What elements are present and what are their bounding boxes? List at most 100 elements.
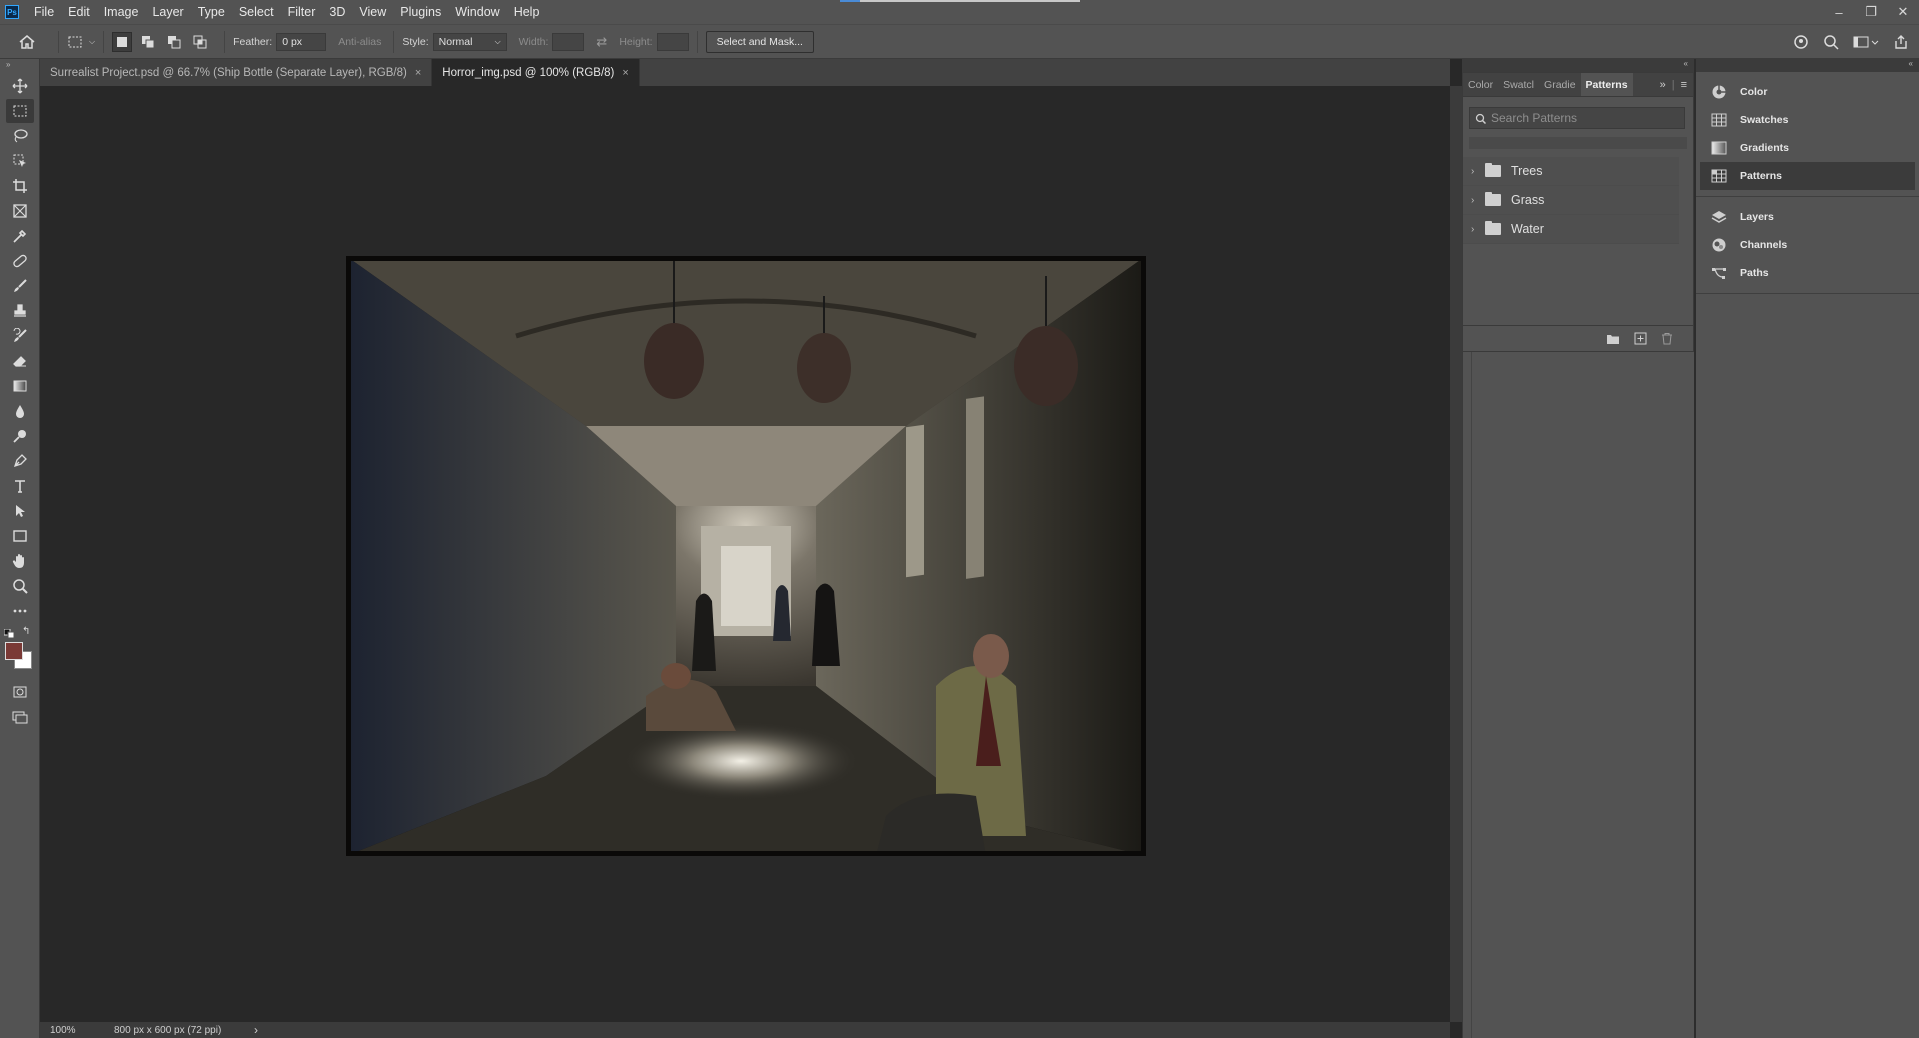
home-button[interactable] (18, 34, 36, 50)
tab-patterns[interactable]: Patterns (1580, 73, 1633, 96)
pen-tool[interactable] (6, 449, 34, 473)
pattern-group-grass[interactable]: › Grass (1463, 186, 1679, 215)
chevron-right-icon[interactable]: › (1471, 195, 1481, 206)
menu-plugins[interactable]: Plugins (393, 0, 448, 24)
stamp-icon (14, 304, 26, 317)
tool-preset-picker[interactable]: ⌵ (67, 35, 95, 49)
feather-input[interactable]: 0 px (276, 32, 327, 51)
menu-3d[interactable]: 3D (322, 0, 352, 24)
collapse-panels-icon[interactable]: « (1462, 59, 1694, 72)
style-select[interactable]: Normal ⌵ (432, 32, 507, 51)
add-selection-button[interactable] (138, 32, 158, 52)
learn-icon[interactable] (1793, 34, 1809, 50)
dodge-tool[interactable] (6, 424, 34, 448)
search-patterns-input[interactable] (1491, 111, 1681, 125)
collapse-dock-icon[interactable]: « (1696, 59, 1919, 72)
default-colors-icon[interactable] (4, 629, 16, 639)
search-patterns-field[interactable] (1469, 107, 1685, 129)
quick-mask-button[interactable] (6, 680, 34, 704)
menu-view[interactable]: View (352, 0, 393, 24)
tab-surrealist-project[interactable]: Surrealist Project.psd @ 66.7% (Ship Bot… (40, 59, 433, 86)
dock-item-patterns[interactable]: Patterns (1700, 162, 1915, 190)
rectangular-marquee-tool[interactable] (6, 99, 34, 123)
frame-tool[interactable] (6, 199, 34, 223)
gradient-tool[interactable] (6, 374, 34, 398)
close-tab-icon[interactable]: × (622, 67, 628, 79)
width-input[interactable] (552, 32, 585, 51)
intersect-selection-button[interactable] (190, 32, 210, 52)
pattern-group-water[interactable]: › Water (1463, 215, 1679, 244)
rectangle-tool[interactable] (6, 524, 34, 548)
history-brush-tool[interactable] (6, 324, 34, 348)
hand-icon (12, 554, 24, 568)
share-icon[interactable] (1893, 34, 1909, 50)
swap-dimensions-icon[interactable]: ⇄ (596, 34, 607, 50)
blur-tool[interactable] (6, 399, 34, 423)
height-input[interactable] (656, 32, 689, 51)
collapse-toolbar-icon[interactable]: » (0, 59, 39, 73)
close-window-button[interactable]: ✕ (1887, 0, 1919, 24)
tab-gradients[interactable]: Gradie (1539, 73, 1581, 96)
eraser-tool[interactable] (6, 349, 34, 373)
menu-filter[interactable]: Filter (281, 0, 323, 24)
move-tool[interactable] (6, 74, 34, 98)
restore-button[interactable]: ❐ (1855, 0, 1887, 24)
photoshop-logo[interactable]: Ps (5, 5, 19, 19)
panel-menu-icon[interactable]: ≡ (1681, 79, 1687, 91)
subtract-selection-button[interactable] (164, 32, 184, 52)
eyedropper-tool[interactable] (6, 224, 34, 248)
lasso-tool[interactable] (6, 124, 34, 148)
path-selection-tool[interactable] (6, 499, 34, 523)
swap-colors-icon[interactable]: ↰ (22, 626, 30, 637)
dock-item-paths[interactable]: Paths (1700, 259, 1915, 287)
close-tab-icon[interactable]: × (415, 67, 421, 79)
zoom-tool[interactable] (6, 574, 34, 598)
pattern-group-trees[interactable]: › Trees (1463, 157, 1679, 186)
anti-alias-checkbox[interactable]: Anti-alias (338, 36, 381, 48)
search-icon[interactable] (1823, 34, 1839, 50)
menu-type[interactable]: Type (191, 0, 232, 24)
type-tool[interactable] (6, 474, 34, 498)
dock-item-gradients[interactable]: Gradients (1700, 134, 1915, 162)
workspace-icon[interactable] (1853, 34, 1879, 50)
brush-tool[interactable] (6, 274, 34, 298)
healing-brush-tool[interactable] (6, 249, 34, 273)
object-selection-tool[interactable] (6, 149, 34, 173)
menu-layer[interactable]: Layer (145, 0, 190, 24)
minimize-button[interactable]: – (1823, 0, 1855, 24)
zoom-level[interactable]: 100% (50, 1025, 114, 1036)
menu-window[interactable]: Window (448, 0, 506, 24)
dock-item-layers[interactable]: Layers (1700, 203, 1915, 231)
chevron-right-icon[interactable]: › (1471, 224, 1481, 235)
menu-file[interactable]: File (27, 0, 61, 24)
new-pattern-icon[interactable] (1634, 332, 1647, 345)
vertical-scrollbar[interactable] (1450, 86, 1462, 1022)
tab-swatches[interactable]: Swatcl (1498, 73, 1539, 96)
delete-trash-icon[interactable] (1661, 332, 1673, 345)
clone-stamp-tool[interactable] (6, 299, 34, 323)
chevron-right-icon[interactable]: › (1471, 166, 1481, 177)
status-menu-arrow[interactable]: › (254, 1023, 258, 1037)
dock-item-swatches[interactable]: Swatches (1700, 106, 1915, 134)
style-label: Style: (402, 35, 429, 48)
canvas-area[interactable] (40, 86, 1450, 1022)
new-selection-button[interactable] (112, 31, 133, 52)
document-image[interactable] (346, 256, 1146, 856)
select-and-mask-button[interactable]: Select and Mask... (705, 30, 814, 53)
menu-help[interactable]: Help (507, 0, 547, 24)
expand-panel-icon[interactable]: » (1660, 79, 1666, 91)
new-group-folder-icon[interactable] (1606, 333, 1620, 345)
tab-color[interactable]: Color (1463, 73, 1498, 96)
foreground-color-swatch[interactable] (5, 642, 23, 660)
menu-select[interactable]: Select (232, 0, 281, 24)
menu-edit[interactable]: Edit (61, 0, 97, 24)
menu-image[interactable]: Image (97, 0, 146, 24)
screen-mode-button[interactable] (6, 705, 34, 729)
options-right-icons (1793, 34, 1919, 50)
tab-horror-img[interactable]: Horror_img.psd @ 100% (RGB/8) × (432, 59, 640, 86)
dock-item-channels[interactable]: Channels (1700, 231, 1915, 259)
hand-tool[interactable] (6, 549, 34, 573)
edit-toolbar-button[interactable] (6, 599, 34, 623)
dock-item-color[interactable]: Color (1700, 78, 1915, 106)
crop-tool[interactable] (6, 174, 34, 198)
